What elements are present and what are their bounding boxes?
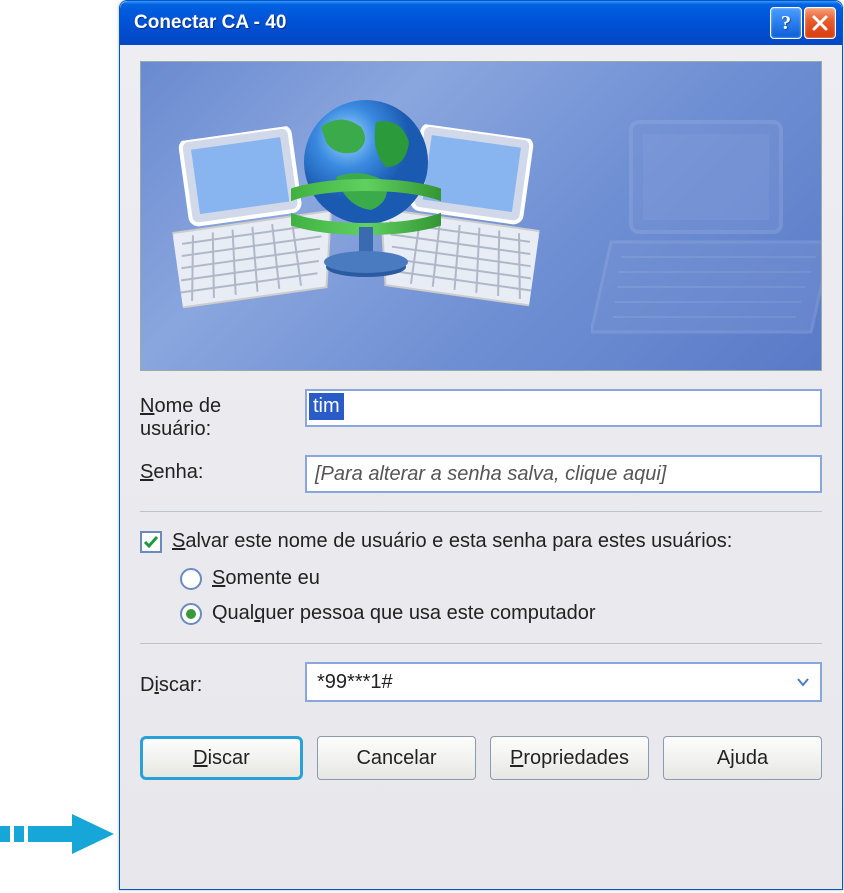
form-area: Nome deusuário: tim Senha: [Para alterar…: [140, 389, 822, 780]
anyone-label: Qualquer pessoa que usa este computador: [212, 602, 596, 625]
username-label: Nome deusuário:: [140, 389, 305, 441]
only-me-radio-row: Somente eu: [180, 567, 822, 590]
anyone-radio-row: Qualquer pessoa que usa este computador: [180, 602, 822, 625]
dial-label: Discar:: [140, 668, 305, 697]
only-me-label: Somente eu: [212, 567, 320, 590]
dial-button[interactable]: Discar: [140, 736, 303, 780]
save-credentials-checkbox-row: Salvar este nome de usuário e esta senha…: [140, 530, 822, 553]
dial-row: Discar: *99***1#: [140, 662, 822, 702]
separator-1: [140, 511, 822, 512]
properties-button[interactable]: Propriedades: [490, 736, 649, 780]
only-me-radio[interactable]: [180, 568, 202, 590]
help-title-button[interactable]: ?: [770, 7, 802, 39]
close-button[interactable]: [804, 7, 836, 39]
titlebar: Conectar CA - 40 ?: [120, 1, 842, 45]
password-label: Senha:: [140, 455, 305, 484]
bg-laptop-icon: [591, 102, 822, 362]
banner-image: [140, 61, 822, 371]
password-row: Senha: [Para alterar a senha salva, cliq…: [140, 455, 822, 493]
check-icon: [143, 534, 159, 550]
close-icon: [811, 14, 829, 32]
username-row: Nome deusuário: tim: [140, 389, 822, 441]
username-input[interactable]: tim: [305, 389, 822, 427]
separator-2: [140, 643, 822, 644]
help-button[interactable]: Ajuda: [663, 736, 822, 780]
save-credentials-checkbox[interactable]: [140, 531, 162, 553]
chevron-down-icon[interactable]: [790, 669, 816, 695]
save-credentials-label: Salvar este nome de usuário e esta senha…: [172, 530, 732, 553]
password-input[interactable]: [Para alterar a senha salva, clique aqui…: [305, 455, 822, 493]
window-title: Conectar CA - 40: [134, 12, 770, 34]
dialog-window: Conectar CA - 40 ?: [119, 0, 843, 890]
globe-icon: [291, 92, 441, 302]
anyone-radio[interactable]: [180, 603, 202, 625]
cancel-button[interactable]: Cancelar: [317, 736, 476, 780]
arrow-annotation: [0, 810, 118, 858]
dial-combo[interactable]: *99***1#: [305, 662, 822, 702]
arrow-right-icon: [0, 810, 118, 858]
button-row: Discar Cancelar Propriedades Ajuda: [140, 736, 822, 780]
user-scope-radio-group: Somente eu Qualquer pessoa que usa este …: [180, 567, 822, 625]
dialog-content: Nome deusuário: tim Senha: [Para alterar…: [120, 45, 842, 800]
titlebar-buttons: ?: [770, 7, 836, 39]
